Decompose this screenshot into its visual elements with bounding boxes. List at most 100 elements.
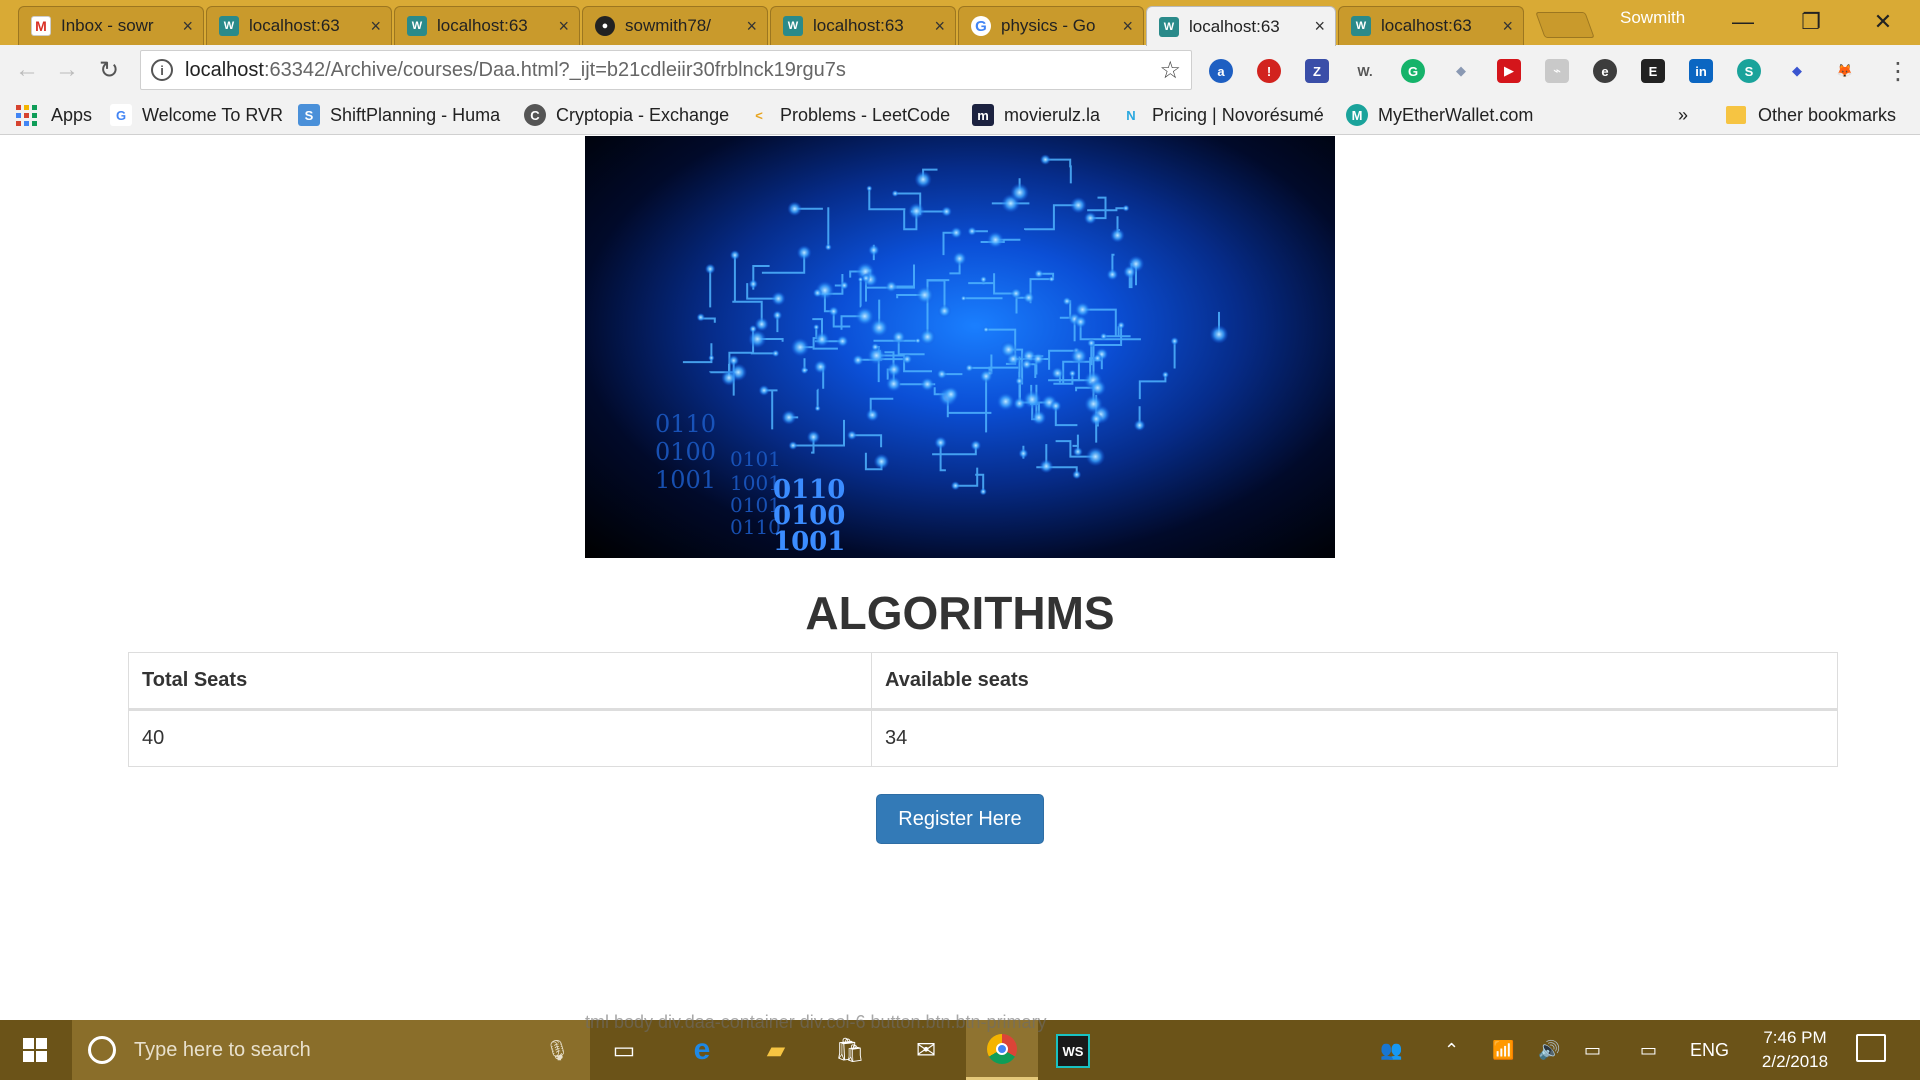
tab-gmail[interactable]: M Inbox - sowr ×: [18, 6, 204, 45]
extension-a-icon[interactable]: a: [1209, 59, 1233, 83]
bookmark-movierulz[interactable]: m movierulz.la: [972, 103, 1100, 127]
circuit-node: [934, 436, 947, 449]
info-icon[interactable]: i: [151, 59, 173, 81]
people-icon[interactable]: 👥: [1380, 1020, 1402, 1080]
tab-localhost-active[interactable]: W localhost:63 ×: [1146, 6, 1336, 46]
tray-chevron-up-icon[interactable]: ⌃: [1444, 1020, 1459, 1080]
taskbar-search[interactable]: Type here to search 🎙: [72, 1020, 590, 1080]
tab-localhost-2[interactable]: W localhost:63 ×: [394, 6, 580, 45]
forward-arrow-icon[interactable]: →: [50, 53, 84, 87]
grammarly-icon[interactable]: G: [1401, 59, 1425, 83]
circuit-node: [729, 250, 740, 261]
reload-icon[interactable]: ↻: [92, 53, 126, 87]
time-text: 7:46 PM: [1763, 1028, 1827, 1047]
restore-icon[interactable]: ❐: [1788, 4, 1834, 40]
close-icon[interactable]: ×: [934, 16, 945, 37]
webstorm-taskbar-icon[interactable]: WS: [1056, 1034, 1090, 1068]
register-button[interactable]: Register Here: [876, 794, 1044, 844]
circuit-trace: [859, 279, 862, 308]
circuit-node: [1161, 371, 1169, 379]
bookmark-leetcode[interactable]: < Problems - LeetCode: [748, 103, 950, 127]
bookmarks-overflow-chevron[interactable]: »: [1678, 103, 1688, 127]
circuit-node: [839, 280, 849, 290]
address-bar[interactable]: i localhost:63342/Archive/courses/Daa.ht…: [140, 50, 1192, 90]
circuit-node: [696, 313, 706, 322]
circuit-node: [1033, 268, 1044, 279]
circuit-node: [920, 376, 935, 392]
close-window-icon[interactable]: ✕: [1860, 4, 1906, 40]
close-icon[interactable]: ×: [1502, 16, 1513, 37]
available-seats-value: 34: [871, 709, 1838, 767]
bookmark-cryptopia[interactable]: C Cryptopia - Exchange: [524, 103, 729, 127]
youtube-icon[interactable]: ▶: [1497, 59, 1521, 83]
circuit-node: [999, 341, 1018, 359]
close-icon[interactable]: ×: [182, 16, 193, 37]
circuit-node: [1020, 358, 1033, 371]
notification-center-icon[interactable]: [1856, 1034, 1886, 1062]
pdf-icon[interactable]: ⌁: [1545, 59, 1569, 83]
circuit-node: [1062, 296, 1072, 306]
circuit-node: [914, 170, 932, 189]
edge-icon[interactable]: e: [682, 1030, 722, 1070]
microphone-icon[interactable]: 🎙: [545, 1038, 570, 1063]
folder-icon: [1726, 106, 1746, 124]
new-tab-button[interactable]: [1535, 12, 1595, 38]
wifi-icon[interactable]: 📶: [1492, 1020, 1514, 1080]
tablet-mode-icon[interactable]: ▭: [1640, 1020, 1657, 1080]
language-indicator[interactable]: ENG: [1690, 1020, 1729, 1080]
extension-s-icon[interactable]: S: [1737, 59, 1761, 83]
battery-icon[interactable]: ▭: [1584, 1020, 1601, 1080]
bookmark-myetherwallet[interactable]: M MyEtherWallet.com: [1346, 103, 1533, 127]
browser-toolbar: ← → ↻ i localhost:63342/Archive/courses/…: [0, 45, 1920, 95]
start-button[interactable]: [0, 1020, 70, 1080]
circuit-node: [1010, 287, 1022, 300]
tab-label: localhost:63: [437, 16, 528, 35]
tab-github[interactable]: ● sowmith78/ ×: [582, 6, 768, 45]
clock[interactable]: 7:46 PM 2/2/2018: [1740, 1026, 1850, 1074]
tab-localhost-1[interactable]: W localhost:63 ×: [206, 6, 392, 45]
profile-name[interactable]: Sowmith: [1620, 8, 1685, 28]
webstorm-icon: W: [1351, 16, 1371, 36]
extension-w-icon[interactable]: W.: [1353, 59, 1377, 83]
close-icon[interactable]: ×: [370, 16, 381, 37]
file-explorer-icon[interactable]: ▰: [756, 1030, 796, 1070]
back-arrow-icon[interactable]: ←: [10, 53, 44, 87]
bookmark-star-icon[interactable]: ☆: [1159, 56, 1181, 85]
myetherwallet-icon: M: [1346, 104, 1368, 126]
evernote-icon[interactable]: e: [1593, 59, 1617, 83]
circuit-node: [1089, 379, 1107, 397]
close-icon[interactable]: ×: [1122, 16, 1133, 37]
linkedin-icon[interactable]: in: [1689, 59, 1713, 83]
circuit-node: [800, 366, 809, 375]
extension-shield-icon[interactable]: !: [1257, 59, 1281, 83]
dropbox-icon[interactable]: ◆: [1449, 59, 1473, 83]
bookmark-welcome-rvr[interactable]: G Welcome To RVR: [110, 103, 283, 127]
mail-icon[interactable]: ✉: [906, 1030, 946, 1070]
seats-table: Total Seats Available seats 40 34: [128, 652, 1838, 767]
circuit-node: [950, 481, 960, 491]
tab-localhost-3[interactable]: W localhost:63 ×: [770, 6, 956, 45]
close-icon[interactable]: ×: [558, 16, 569, 37]
bookmark-shiftplanning[interactable]: S ShiftPlanning - Huma: [298, 103, 500, 127]
circuit-node: [796, 245, 812, 261]
close-icon[interactable]: ×: [1314, 16, 1325, 37]
circuit-node: [1070, 347, 1088, 365]
extension-e-icon[interactable]: E: [1641, 59, 1665, 83]
volume-icon[interactable]: 🔊: [1538, 1020, 1560, 1080]
bookmark-apps[interactable]: Apps: [16, 103, 92, 127]
store-icon[interactable]: 🛍: [830, 1030, 870, 1070]
ethereum-icon[interactable]: ◆: [1785, 59, 1809, 83]
task-view-icon[interactable]: ▭: [604, 1030, 644, 1070]
extension-z-icon[interactable]: Z: [1305, 59, 1329, 83]
table-header-row: Total Seats Available seats: [128, 652, 1838, 711]
url-text[interactable]: localhost:63342/Archive/courses/Daa.html…: [185, 59, 1159, 82]
bookmark-novoresume[interactable]: N Pricing | Novorésumé: [1120, 103, 1324, 127]
minimize-icon[interactable]: —: [1720, 4, 1766, 40]
bookmark-other[interactable]: Other bookmarks: [1726, 103, 1896, 127]
circuit-trace: [988, 366, 1019, 374]
menu-kebab-icon[interactable]: ⋮: [1886, 57, 1910, 86]
metamask-icon[interactable]: 🦊: [1833, 59, 1857, 83]
tab-localhost-4[interactable]: W localhost:63 ×: [1338, 6, 1524, 45]
close-icon[interactable]: ×: [746, 16, 757, 37]
tab-google-physics[interactable]: G physics - Go ×: [958, 6, 1144, 45]
